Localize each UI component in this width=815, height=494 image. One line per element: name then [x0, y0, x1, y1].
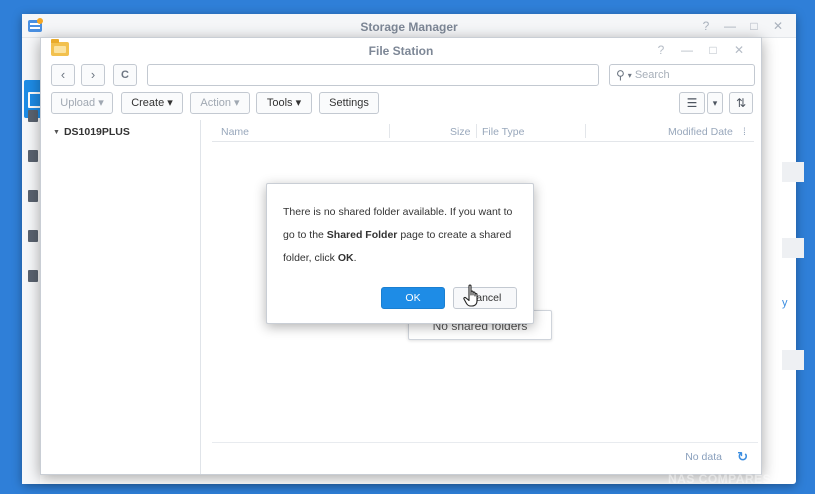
- dialog-message: There is no shared folder available. If …: [283, 201, 523, 270]
- path-input[interactable]: [147, 64, 599, 86]
- upload-button[interactable]: Upload ▾: [51, 92, 113, 114]
- sort-icon[interactable]: ⇅: [729, 92, 753, 114]
- search-icon: ⚲: [616, 68, 625, 82]
- ok-text: OK: [337, 252, 354, 264]
- sm-panel-row: [782, 162, 804, 182]
- view-dropdown-icon[interactable]: ▾: [707, 92, 723, 114]
- forward-button[interactable]: ›: [81, 64, 105, 86]
- message-dialog: There is no shared folder available. If …: [266, 183, 534, 324]
- minimize-icon[interactable]: —: [681, 43, 693, 57]
- column-modified-date[interactable]: Modified Date: [668, 126, 733, 138]
- create-button[interactable]: Create ▾: [121, 92, 183, 114]
- column-separator: [476, 124, 477, 138]
- maximize-icon[interactable]: □: [707, 43, 719, 57]
- sm-link-fragment[interactable]: y: [782, 297, 788, 309]
- sm-sidebar-icon-4[interactable]: [28, 230, 38, 242]
- storage-manager-sidebar: [22, 38, 42, 484]
- caret-down-icon[interactable]: ▼: [53, 129, 60, 136]
- navigation-bar: ‹ › C ⚲ ▾: [51, 64, 755, 86]
- help-icon[interactable]: ?: [655, 43, 667, 57]
- column-menu-icon[interactable]: ⁞: [743, 126, 746, 138]
- action-button[interactable]: Action ▾: [190, 92, 250, 114]
- tools-button[interactable]: Tools ▾: [256, 92, 312, 114]
- search-box[interactable]: ⚲ ▾: [609, 64, 755, 86]
- back-button[interactable]: ‹: [51, 64, 75, 86]
- sm-maximize-icon[interactable]: □: [748, 19, 760, 33]
- settings-button[interactable]: Settings: [319, 92, 379, 114]
- sm-panel-row: [782, 350, 804, 370]
- chevron-down-icon[interactable]: ▾: [628, 71, 632, 80]
- tree-item-root[interactable]: ▼ DS1019PLUS: [53, 126, 130, 138]
- shared-folder-text: Shared Folder: [326, 229, 398, 241]
- dialog-message-part: .: [353, 252, 357, 264]
- file-station-titlebar: File Station ? — □ ✕: [41, 38, 761, 60]
- column-name[interactable]: Name: [221, 126, 249, 138]
- sm-help-icon[interactable]: ?: [700, 19, 712, 33]
- sm-sidebar-icon-3[interactable]: [28, 190, 38, 202]
- hand-cursor-icon: [463, 284, 478, 307]
- list-view-icon[interactable]: ☰: [679, 92, 705, 114]
- refresh-icon[interactable]: ↻: [737, 449, 748, 465]
- file-list-header: Name Size File Type Modified Date ⁞: [212, 120, 754, 142]
- close-icon[interactable]: ✕: [733, 43, 745, 57]
- tree-item-label: DS1019PLUS: [63, 126, 130, 138]
- storage-manager-title: Storage Manager: [360, 20, 458, 34]
- column-separator: [585, 124, 586, 138]
- sm-sidebar-icon-1[interactable]: [28, 110, 38, 122]
- storage-manager-titlebar: Storage Manager ? — □ ✕: [22, 14, 796, 38]
- watermark: NAS COMPARES: [668, 472, 772, 486]
- status-text: No data: [685, 451, 722, 463]
- refresh-button[interactable]: C: [113, 64, 137, 86]
- file-station-title: File Station: [368, 44, 434, 58]
- sm-minimize-icon[interactable]: —: [724, 19, 736, 33]
- search-input[interactable]: [634, 69, 735, 81]
- column-file-type[interactable]: File Type: [482, 126, 524, 138]
- folder-tree: ▼ DS1019PLUS: [41, 120, 201, 474]
- column-separator: [389, 124, 390, 138]
- toolbar: Upload ▾ Create ▾ Action ▾ Tools ▾ Setti…: [51, 92, 753, 114]
- sm-sidebar-icon-2[interactable]: [28, 150, 38, 162]
- sm-close-icon[interactable]: ✕: [772, 19, 784, 33]
- file-list-footer: No data ↻: [212, 442, 758, 466]
- sm-panel-row: [782, 238, 804, 258]
- column-size[interactable]: Size: [450, 126, 470, 138]
- sm-sidebar-icon-5[interactable]: [28, 270, 38, 282]
- ok-button[interactable]: OK: [381, 287, 445, 309]
